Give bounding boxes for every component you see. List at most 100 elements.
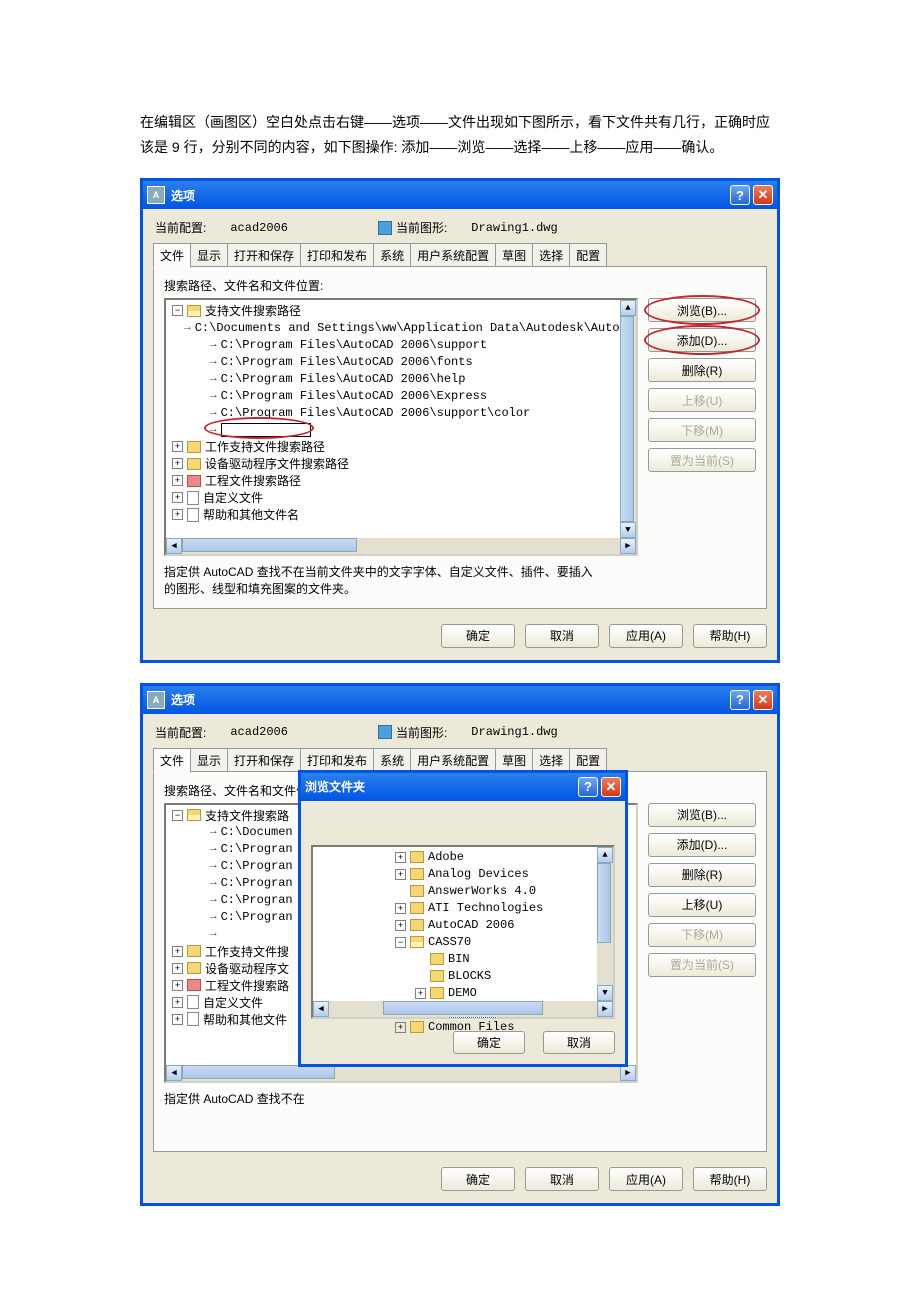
expand-icon[interactable]: + [415, 988, 426, 999]
tree-node[interactable]: 工程文件搜索路 [205, 977, 289, 994]
tab-userpref[interactable]: 用户系统配置 [410, 243, 496, 268]
path-item[interactable]: C:\Program Files\AutoCAD 2006\help [221, 372, 466, 386]
close-button[interactable]: ✕ [601, 777, 621, 797]
setcurrent-button[interactable]: 置为当前(S) [648, 953, 756, 977]
tree-node[interactable]: 工作支持文件搜索路径 [205, 438, 325, 455]
folder-label[interactable]: BIN [448, 952, 470, 966]
expand-icon[interactable]: + [172, 963, 183, 974]
folder-label[interactable]: ATI Technologies [428, 901, 543, 915]
folder-label[interactable]: CASS70 [428, 935, 471, 949]
path-item[interactable]: C:\Progran [221, 910, 293, 924]
tab-system[interactable]: 系统 [373, 243, 411, 268]
expand-icon[interactable]: + [172, 997, 183, 1008]
expand-icon[interactable]: − [395, 937, 406, 948]
path-item[interactable]: C:\Program Files\AutoCAD 2006\support [221, 338, 487, 352]
new-path-input[interactable] [221, 423, 311, 437]
folder-item[interactable]: +ATI Technologies [315, 900, 611, 917]
tab-opensave[interactable]: 打开和保存 [227, 243, 301, 268]
delete-button[interactable]: 删除(R) [648, 863, 756, 887]
tab-display[interactable]: 显示 [190, 748, 228, 773]
path-item[interactable]: C:\Program Files\AutoCAD 2006\fonts [221, 355, 473, 369]
tab-draft[interactable]: 草图 [495, 243, 533, 268]
browse-button[interactable]: 浏览(B)... [648, 298, 756, 322]
help-button[interactable]: 帮助(H) [693, 1167, 767, 1191]
tree-node[interactable]: 帮助和其他文件 [203, 1011, 287, 1028]
tab-select[interactable]: 选择 [532, 243, 570, 268]
help-button[interactable]: 帮助(H) [693, 624, 767, 648]
tree-node[interactable]: 设备驱动程序文件搜索路径 [205, 455, 349, 472]
horizontal-scrollbar[interactable]: ◀ ▶ [313, 1001, 613, 1017]
close-button[interactable]: ✕ [753, 690, 773, 710]
add-button[interactable]: 添加(D)... [648, 328, 756, 352]
scroll-up-icon[interactable]: ▲ [597, 847, 613, 863]
tab-display[interactable]: 显示 [190, 243, 228, 268]
tree-node-root[interactable]: 支持文件搜索路 [205, 807, 289, 824]
moveup-button[interactable]: 上移(U) [648, 893, 756, 917]
folder-item[interactable]: + AutoCAD 2006 [315, 917, 611, 934]
scroll-right-icon[interactable]: ▶ [620, 1065, 636, 1081]
tree-node[interactable]: 工作支持文件搜 [205, 943, 289, 960]
path-item[interactable]: C:\Documents and Settings\ww\Application… [195, 321, 634, 335]
expand-icon[interactable]: + [395, 920, 406, 931]
moveup-button[interactable]: 上移(U) [648, 388, 756, 412]
tree-node[interactable]: 工程文件搜索路径 [205, 472, 301, 489]
scroll-right-icon[interactable]: ▶ [620, 538, 636, 554]
horizontal-scrollbar[interactable]: ◀ ▶ [166, 1065, 636, 1081]
path-item[interactable]: C:\Program Files\AutoCAD 2006\support\co… [221, 406, 531, 420]
path-item[interactable]: C:\Documen [221, 825, 293, 839]
add-button[interactable]: 添加(D)... [648, 833, 756, 857]
ok-button[interactable]: 确定 [441, 1167, 515, 1191]
scroll-right-icon[interactable]: ▶ [597, 1001, 613, 1017]
setcurrent-button[interactable]: 置为当前(S) [648, 448, 756, 472]
expand-icon[interactable]: + [172, 458, 183, 469]
scroll-left-icon[interactable]: ◀ [166, 538, 182, 554]
tab-file[interactable]: 文件 [153, 748, 191, 773]
help-button[interactable]: ? [730, 185, 750, 205]
cancel-button[interactable]: 取消 [525, 1167, 599, 1191]
horizontal-scrollbar[interactable]: ◀ ▶ [166, 538, 636, 554]
expand-icon[interactable]: + [172, 509, 183, 520]
path-item[interactable]: C:\Progran [221, 876, 293, 890]
cancel-button[interactable]: 取消 [525, 624, 599, 648]
folder-label[interactable]: Adobe [428, 850, 464, 864]
path-tree[interactable]: −支持文件搜索路径 →C:\Documents and Settings\ww\… [164, 298, 638, 556]
help-button[interactable]: ? [578, 777, 598, 797]
tree-node[interactable]: 自定义文件 [203, 489, 263, 506]
apply-button[interactable]: 应用(A) [609, 1167, 683, 1191]
folder-label[interactable]: AutoCAD 2006 [428, 918, 514, 932]
tree-node[interactable]: 帮助和其他文件名 [203, 506, 299, 523]
scroll-down-icon[interactable]: ▼ [597, 985, 613, 1001]
delete-button[interactable]: 删除(R) [648, 358, 756, 382]
folder-item[interactable]: + DEMO [315, 985, 611, 1002]
expand-icon[interactable]: + [172, 475, 183, 486]
folder-item[interactable]: − CASS70 [315, 934, 611, 951]
folder-item[interactable]: +Analog Devices [315, 866, 611, 883]
vertical-scrollbar[interactable]: ▲ ▼ [620, 300, 636, 538]
tab-file[interactable]: 文件 [153, 243, 191, 268]
expand-icon[interactable]: + [172, 980, 183, 991]
movedown-button[interactable]: 下移(M) [648, 418, 756, 442]
expand-icon[interactable]: + [395, 869, 406, 880]
path-item[interactable]: C:\Progran [221, 859, 293, 873]
ok-button[interactable]: 确定 [441, 624, 515, 648]
folder-label[interactable]: DEMO [448, 986, 477, 1000]
browse-button[interactable]: 浏览(B)... [648, 803, 756, 827]
path-item[interactable]: C:\Progran [221, 893, 293, 907]
expand-icon[interactable]: + [395, 852, 406, 863]
tab-print[interactable]: 打印和发布 [300, 243, 374, 268]
tree-node[interactable]: 自定义文件 [203, 994, 263, 1011]
scroll-down-icon[interactable]: ▼ [620, 522, 636, 538]
folder-label[interactable]: AnswerWorks 4.0 [428, 884, 536, 898]
folder-item[interactable]: BIN [315, 951, 611, 968]
help-button[interactable]: ? [730, 690, 750, 710]
folder-item[interactable]: +Common Files [315, 1019, 611, 1036]
tab-opensave[interactable]: 打开和保存 [227, 748, 301, 773]
expand-icon[interactable]: + [172, 946, 183, 957]
path-item[interactable]: C:\Progran [221, 842, 293, 856]
expand-icon[interactable]: + [172, 492, 183, 503]
vertical-scrollbar[interactable]: ▲ ▼ [597, 847, 613, 1001]
tab-profile[interactable]: 配置 [569, 243, 607, 268]
movedown-button[interactable]: 下移(M) [648, 923, 756, 947]
folder-tree[interactable]: +Adobe+Analog DevicesAnswerWorks 4.0+ATI… [311, 845, 615, 1019]
expand-icon[interactable]: − [172, 305, 183, 316]
